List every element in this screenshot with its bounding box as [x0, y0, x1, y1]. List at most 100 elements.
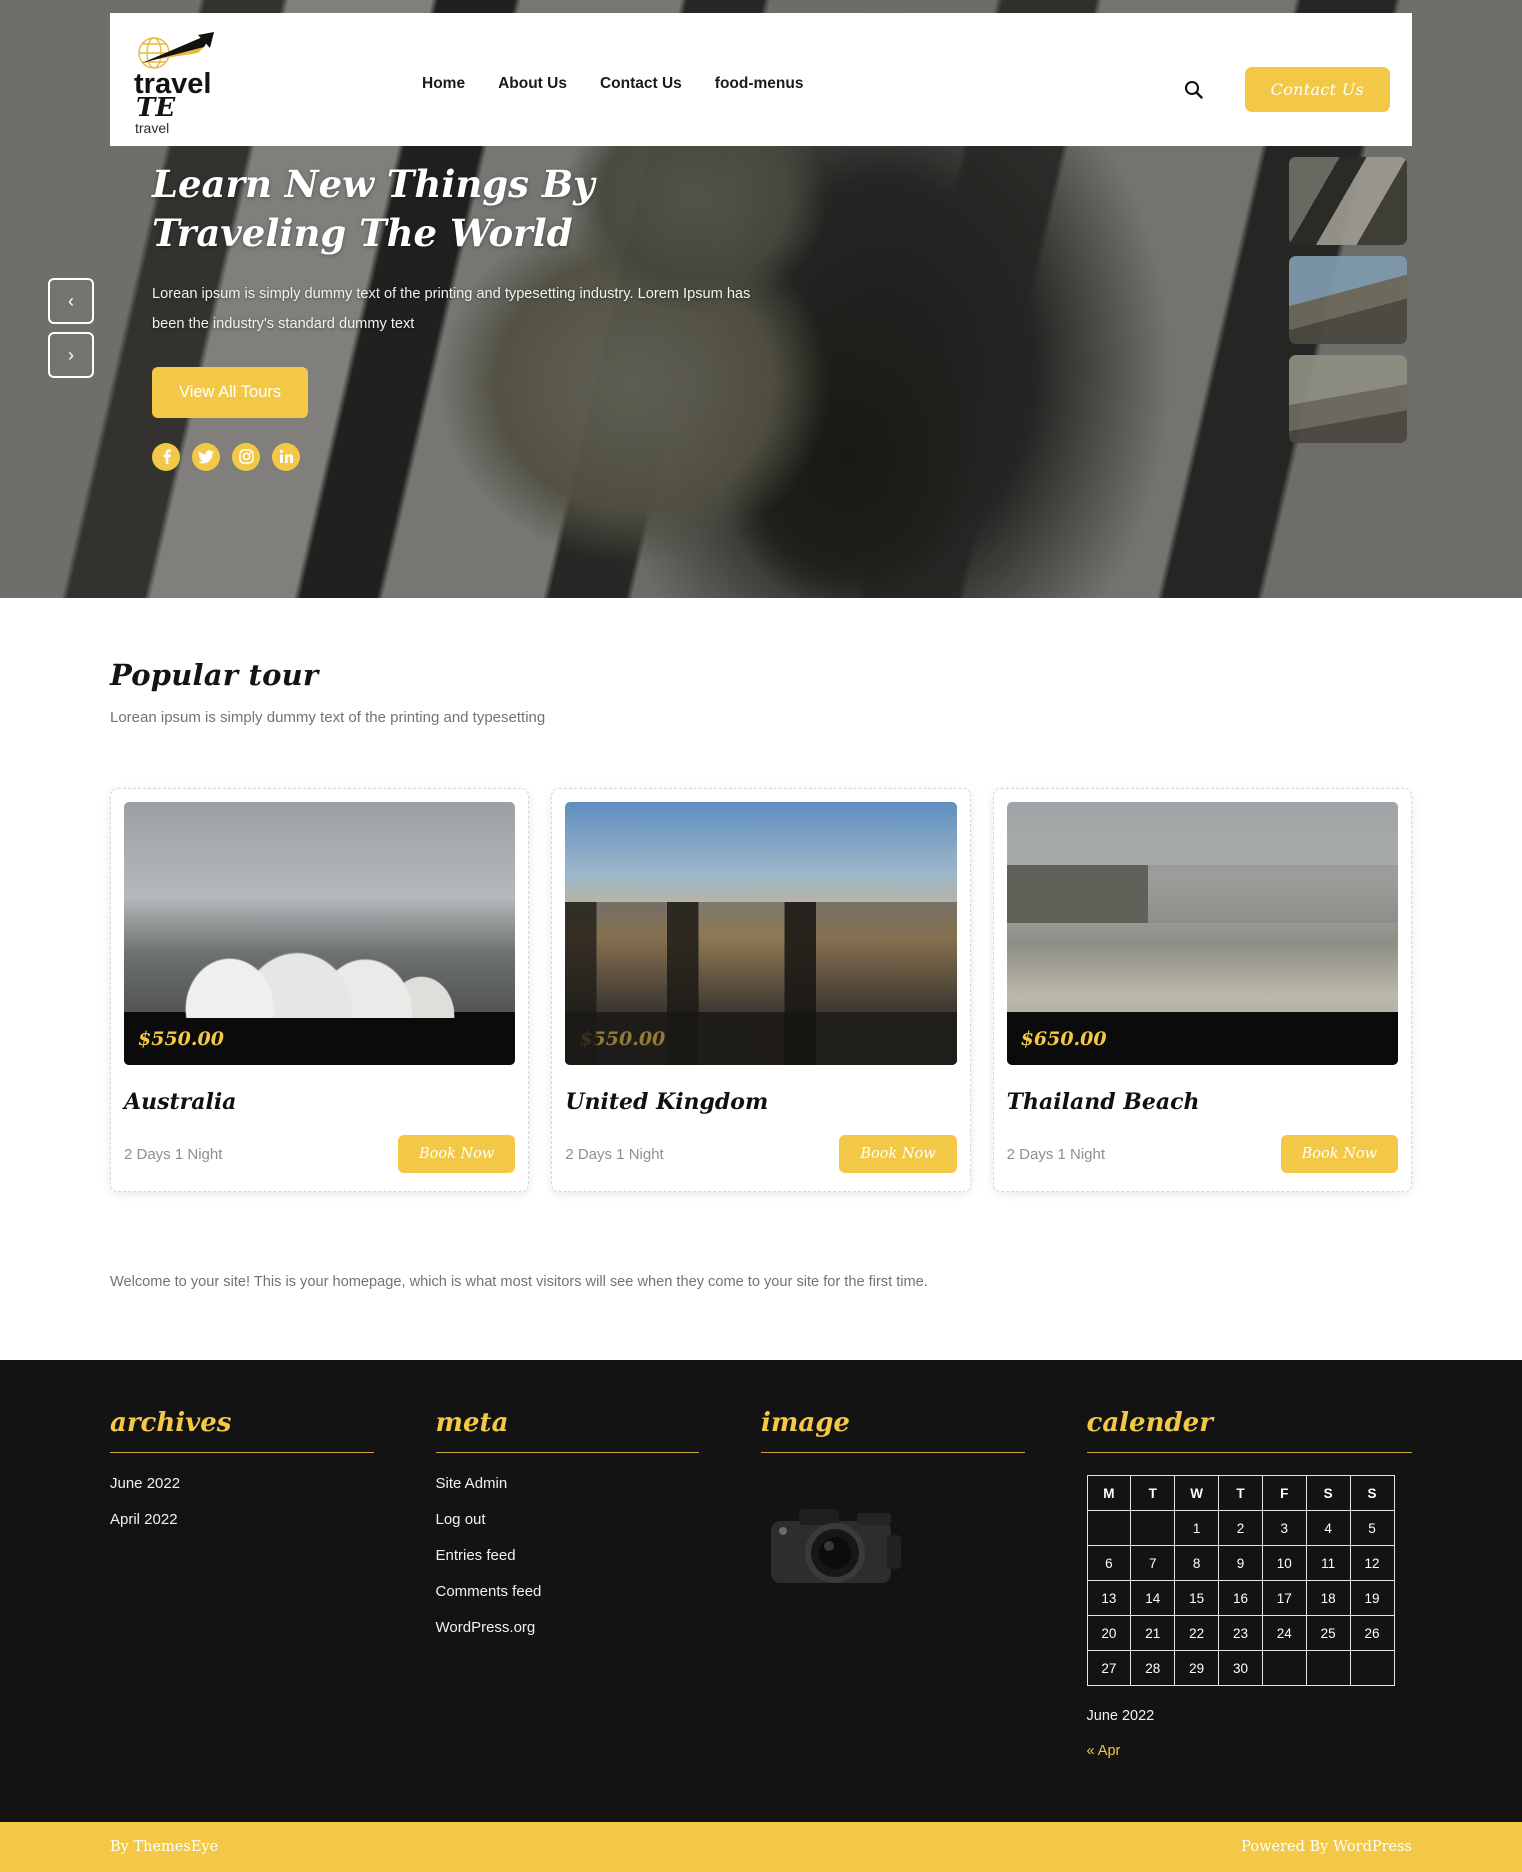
meta-link-site-admin[interactable]: Site Admin [436, 1475, 700, 1492]
calendar-week-row: 27 28 29 30 [1086, 1650, 1395, 1686]
calendar-day-header: M [1086, 1475, 1132, 1511]
calendar-day-cell: 10 [1261, 1545, 1307, 1581]
nav-item-about-us[interactable]: About Us [498, 75, 567, 93]
popular-tour-title: Popular tour [110, 658, 319, 692]
calendar-day-header: T [1130, 1475, 1176, 1511]
calendar-day-cell: 1 [1174, 1510, 1220, 1546]
calendar-heading: calender [1086, 1408, 1412, 1453]
calendar-day-cell: 4 [1305, 1510, 1351, 1546]
calendar-day-cell: 14 [1130, 1580, 1176, 1616]
instagram-icon [238, 449, 254, 465]
calendar-day-cell: 24 [1261, 1615, 1307, 1651]
site-footer: archives June 2022 April 2022 meta Site … [0, 1360, 1522, 1822]
search-icon [1185, 80, 1203, 99]
nav-item-contact-us[interactable]: Contact Us [600, 75, 682, 93]
calendar-caption: June 2022 [1086, 1708, 1155, 1724]
tour-card-list: $550.00 Australia 2 Days 1 Night Book No… [110, 788, 1412, 1192]
header-contact-us-button[interactable]: Contact Us [1244, 67, 1390, 112]
tour-card[interactable]: $650.00 Thailand Beach 2 Days 1 Night Bo… [992, 788, 1412, 1192]
site-header: travel TE travel Home About Us Contact U… [110, 13, 1412, 146]
slider-thumbnails [1289, 157, 1407, 454]
tour-title: Australia [124, 1089, 237, 1115]
book-now-button[interactable]: Book Now [839, 1135, 957, 1173]
footer-credit-right: Powered By WordPress [1241, 1839, 1412, 1855]
calendar-day-cell: 25 [1305, 1615, 1351, 1651]
hero-content: Learn New Things By Traveling The World … [152, 160, 792, 471]
instagram-link[interactable] [232, 442, 260, 471]
image-heading: image [761, 1408, 1025, 1453]
camera-icon [771, 1509, 901, 1583]
view-all-tours-button[interactable]: View All Tours [152, 366, 309, 418]
nav-item-home[interactable]: Home [422, 75, 465, 93]
primary-navigation: Home About Us Contact Us food-menus [422, 75, 803, 93]
meta-link-comments-feed[interactable]: Comments feed [436, 1583, 700, 1600]
calendar-day-cell: 13 [1086, 1580, 1132, 1616]
archive-link-april-2022[interactable]: April 2022 [110, 1511, 374, 1528]
calendar-day-header: S [1305, 1475, 1351, 1511]
meta-link-entries-feed[interactable]: Entries feed [436, 1547, 700, 1564]
search-button[interactable] [1181, 77, 1207, 103]
calendar-day-cell: 8 [1174, 1545, 1220, 1581]
book-now-button[interactable]: Book Now [397, 1135, 516, 1173]
calendar-week-row: 20 21 22 23 24 25 26 [1086, 1615, 1395, 1651]
footer-widget-archives: archives June 2022 April 2022 [110, 1408, 436, 1760]
tour-price: $550.00 [138, 1027, 224, 1050]
calendar-day-cell [1086, 1510, 1132, 1546]
calendar-day-cell: 30 [1218, 1650, 1263, 1686]
calendar-week-row: 6 7 8 9 10 11 12 [1086, 1545, 1395, 1581]
calendar-day-header: W [1174, 1475, 1220, 1511]
calendar-day-cell: 28 [1130, 1650, 1176, 1686]
calendar-day-cell: 16 [1218, 1580, 1263, 1616]
tour-price-bar: $650.00 [1006, 1012, 1398, 1065]
slider-thumbnail-2[interactable] [1289, 256, 1407, 344]
book-now-button[interactable]: Book Now [1280, 1135, 1398, 1173]
calendar-day-cell [1305, 1650, 1351, 1686]
travel-te-logo: travel TE [134, 32, 214, 117]
tour-card[interactable]: $550.00 Australia 2 Days 1 Night Book No… [110, 788, 530, 1192]
calendar-day-cell: 22 [1174, 1615, 1220, 1651]
tour-price: $650.00 [1020, 1027, 1107, 1050]
calendar-day-cell: 2 [1218, 1510, 1263, 1546]
site-branding[interactable]: travel TE travel [110, 13, 410, 136]
calendar-day-cell: 18 [1305, 1580, 1351, 1616]
calendar-day-cell [1130, 1510, 1176, 1546]
tour-price: $550.00 [579, 1027, 666, 1050]
facebook-icon [163, 449, 171, 465]
tour-duration: 2 Days 1 Night [565, 1145, 664, 1163]
facebook-link[interactable] [152, 442, 180, 471]
calendar-week-row: 1 2 3 4 5 [1086, 1510, 1395, 1546]
footer-widget-image: image [761, 1408, 1087, 1760]
footer-credit-left: By ThemesEye [110, 1839, 219, 1855]
tour-duration: 2 Days 1 Night [1006, 1145, 1106, 1163]
linkedin-link[interactable] [272, 442, 300, 471]
slider-prev-button[interactable]: ‹ [48, 278, 94, 324]
calendar-day-cell: 3 [1261, 1510, 1307, 1546]
slider-thumbnail-1[interactable] [1289, 157, 1407, 245]
calendar-prev-month-link[interactable]: « Apr [1087, 1743, 1121, 1759]
svg-text:TE: TE [136, 93, 176, 117]
archive-link-june-2022[interactable]: June 2022 [110, 1475, 374, 1492]
slider-thumbnail-3[interactable] [1289, 355, 1407, 443]
twitter-link[interactable] [192, 442, 220, 471]
calendar-day-cell [1261, 1650, 1307, 1686]
calendar-day-cell: 20 [1086, 1615, 1132, 1651]
calendar-day-cell: 29 [1174, 1650, 1220, 1686]
meta-link-wordpress-org[interactable]: WordPress.org [436, 1619, 700, 1636]
calendar-day-cell: 26 [1349, 1615, 1395, 1651]
calendar-day-cell: 5 [1349, 1510, 1395, 1546]
tour-title: Thailand Beach [1006, 1089, 1200, 1115]
calendar-day-cell [1349, 1650, 1395, 1686]
slider-next-button[interactable]: › [48, 332, 94, 378]
footer-bottom-bar: By ThemesEye Powered By WordPress [0, 1822, 1522, 1872]
calendar-day-header: F [1261, 1475, 1307, 1511]
calendar-day-cell: 6 [1086, 1545, 1132, 1581]
calendar-day-cell: 12 [1349, 1545, 1395, 1581]
hero-slider: travel TE travel Home About Us Contact U… [0, 0, 1522, 598]
nav-item-food-menus[interactable]: food-menus [715, 75, 804, 93]
calendar-table: M T W T F S S 1 2 3 4 5 6 7 8 9 10 11 12… [1086, 1475, 1395, 1686]
popular-tour-section: Popular tour Lorean ipsum is simply dumm… [0, 598, 1522, 1360]
calendar-day-cell: 17 [1261, 1580, 1307, 1616]
twitter-icon [198, 450, 214, 464]
tour-card[interactable]: $550.00 United Kingdom 2 Days 1 Night Bo… [551, 788, 971, 1192]
meta-link-log-out[interactable]: Log out [436, 1511, 700, 1528]
